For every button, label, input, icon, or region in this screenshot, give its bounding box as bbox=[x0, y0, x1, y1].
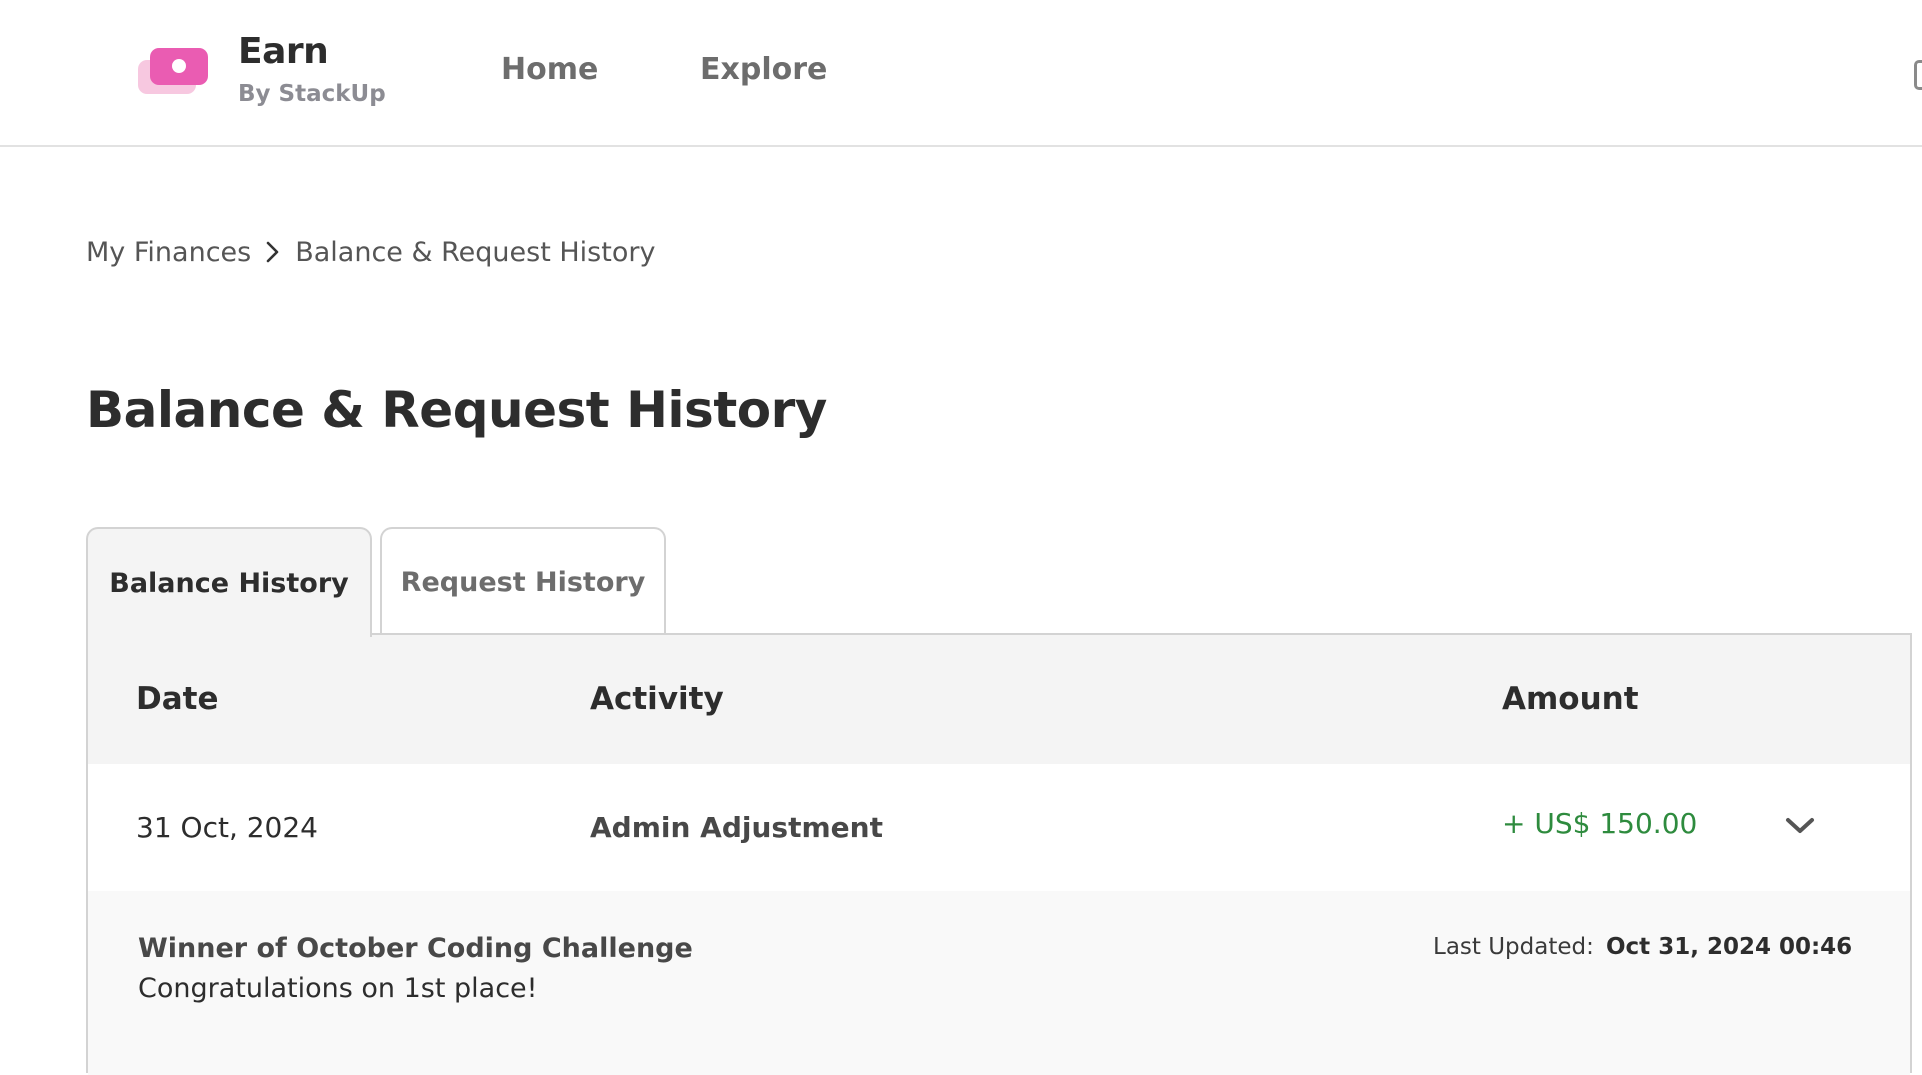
chevron-down-icon[interactable] bbox=[1778, 804, 1822, 848]
top-header: Earn By StackUp Home Explore bbox=[0, 0, 1922, 147]
row-amount: + US$ 150.00 bbox=[1502, 807, 1698, 840]
earn-logo-icon[interactable] bbox=[136, 46, 210, 98]
detail-title: Winner of October Coding Challenge bbox=[138, 933, 693, 964]
column-header-activity: Activity bbox=[590, 681, 724, 717]
page-title: Balance & Request History bbox=[86, 381, 827, 439]
partial-icon[interactable] bbox=[1914, 60, 1922, 90]
column-header-date: Date bbox=[136, 681, 219, 717]
row-detail: Winner of October Coding Challenge Congr… bbox=[88, 891, 1910, 1075]
row-date: 31 Oct, 2024 bbox=[136, 811, 318, 844]
brand-subtitle: By StackUp bbox=[238, 81, 386, 107]
nav-explore[interactable]: Explore bbox=[700, 50, 827, 90]
breadcrumb: My Finances Balance & Request History bbox=[86, 232, 655, 272]
tab-request-history[interactable]: Request History bbox=[380, 527, 666, 635]
chevron-right-icon bbox=[266, 241, 279, 263]
breadcrumb-my-finances[interactable]: My Finances bbox=[86, 237, 251, 268]
brand-title[interactable]: Earn bbox=[238, 32, 329, 72]
table-row[interactable]: 31 Oct, 2024 Admin Adjustment + US$ 150.… bbox=[88, 764, 1910, 891]
table-header: Date Activity Amount bbox=[88, 635, 1910, 764]
row-activity: Admin Adjustment bbox=[590, 811, 883, 844]
last-updated-label: Last Updated: bbox=[1433, 934, 1594, 960]
nav-home[interactable]: Home bbox=[501, 50, 598, 90]
last-updated-value: Oct 31, 2024 00:46 bbox=[1606, 934, 1853, 960]
balance-history-table: Date Activity Amount 31 Oct, 2024 Admin … bbox=[86, 633, 1912, 1075]
breadcrumb-current: Balance & Request History bbox=[295, 236, 656, 268]
tab-balance-history[interactable]: Balance History bbox=[86, 527, 372, 637]
detail-note: Congratulations on 1st place! bbox=[138, 973, 538, 1004]
column-header-amount: Amount bbox=[1502, 681, 1639, 717]
